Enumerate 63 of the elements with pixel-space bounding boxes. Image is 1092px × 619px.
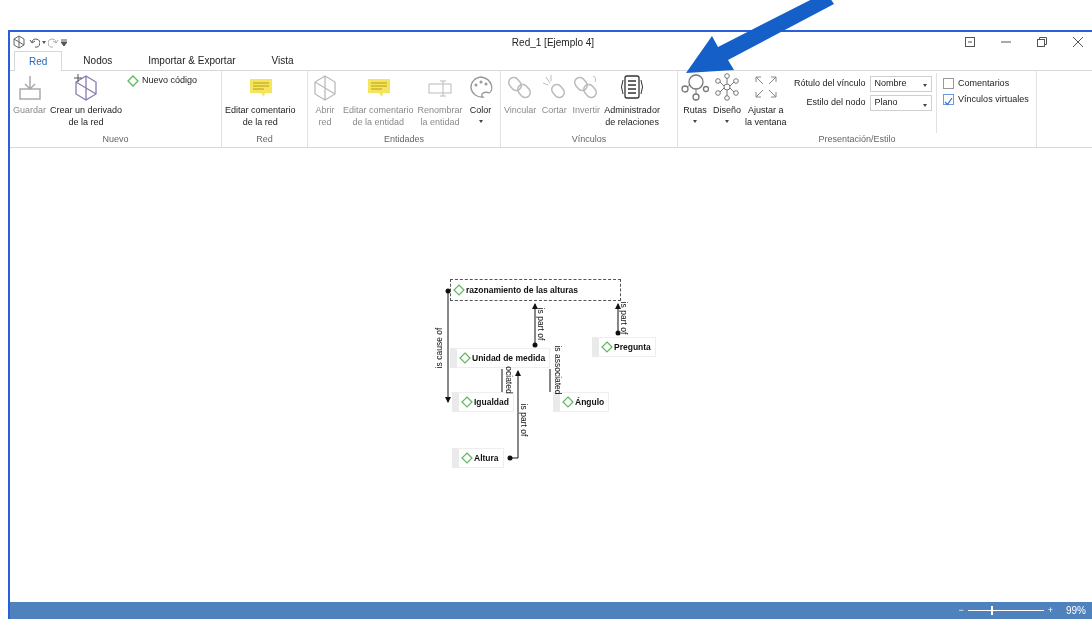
ribbon-tab[interactable]: Red: [14, 51, 63, 71]
ribbon-button[interactable]: Nuevo código: [125, 73, 200, 89]
group-label: Entidades: [383, 133, 425, 146]
diamond-icon: [461, 452, 473, 464]
caret-icon: [922, 103, 927, 107]
app-logo-icon: [12, 35, 27, 49]
zoom-out-button[interactable]: −: [958, 606, 964, 615]
group-label: Red: [255, 133, 274, 146]
ribbon-button[interactable]: Color: [465, 73, 496, 133]
caret-icon: [693, 120, 697, 123]
ribbon-tab[interactable]: Importar & Exportar: [133, 50, 251, 70]
route-icon: [681, 73, 709, 101]
link-label: ociated: [503, 366, 514, 394]
diagram-node[interactable]: razonamiento de las alturas: [450, 279, 621, 301]
caret-icon: [478, 120, 483, 123]
group-label: Nuevo: [101, 133, 130, 146]
link-label: is part of: [518, 403, 529, 437]
caret-icon: [725, 120, 729, 123]
diamond-icon: [127, 75, 140, 87]
diamond-icon: [461, 396, 473, 408]
link-label: is associated: [552, 345, 563, 395]
ribbon-button[interactable]: Rutas: [680, 73, 710, 133]
checkmark-icon: [944, 96, 954, 106]
link-label: is cause of: [434, 327, 445, 369]
link-label: is part of: [535, 307, 546, 341]
ribbon-options-button[interactable]: [965, 37, 975, 47]
link-arrow: [615, 303, 621, 336]
diamond-icon: [601, 341, 613, 353]
node-graph-icon: [713, 73, 741, 101]
caret-icon: [922, 84, 927, 88]
dropdown-field[interactable]: Plano: [869, 95, 932, 111]
diagram-node[interactable]: Pregunta: [592, 337, 656, 357]
slider-thumb[interactable]: [990, 606, 993, 615]
checkbox[interactable]: Comentarios: [939, 75, 1033, 92]
field-label: Rótulo del vínculo: [794, 77, 866, 90]
ribbon-tab[interactable]: Vista: [256, 50, 309, 70]
ribbon-button[interactable]: Diseño: [712, 73, 742, 133]
close-button[interactable]: [1073, 37, 1083, 47]
customize-icon: [61, 38, 68, 46]
zoom-level: 99%: [1066, 604, 1086, 618]
diamond-icon: [562, 396, 574, 408]
ribbon-button[interactable]: Administrador de relaciones: [603, 73, 661, 133]
restore-button[interactable]: [1037, 37, 1047, 47]
diagram-node[interactable]: Altura: [452, 448, 504, 468]
zoom-in-button[interactable]: +: [1047, 606, 1053, 615]
link-label: is part of: [618, 301, 629, 335]
window-title: Red_1 [Ejemplo 4]: [511, 36, 595, 48]
ribbon-button[interactable]: Editar comentario de la red: [224, 73, 297, 133]
redo-icon: [48, 36, 59, 48]
diamond-icon: [453, 284, 465, 296]
undo-icon: [28, 36, 40, 48]
field-label: Estilo del nodo: [806, 96, 866, 110]
group-label: Vínculos: [570, 133, 608, 146]
diamond-icon: [459, 352, 471, 364]
dropdown-field[interactable]: Nombre: [869, 75, 932, 92]
link-arrow: [532, 303, 538, 348]
ribbon-tab[interactable]: Nodos: [68, 50, 128, 70]
checkbox[interactable]: Vínculos virtuales: [939, 91, 1033, 108]
ribbon-button[interactable]: Crear un derivado de la red: [49, 73, 124, 133]
caret-icon: [41, 40, 46, 44]
network-icon: [311, 73, 339, 101]
group-label: Presentación/Estilo: [817, 133, 897, 146]
ribbon-button[interactable]: Ajustar a la ventana: [744, 73, 788, 133]
